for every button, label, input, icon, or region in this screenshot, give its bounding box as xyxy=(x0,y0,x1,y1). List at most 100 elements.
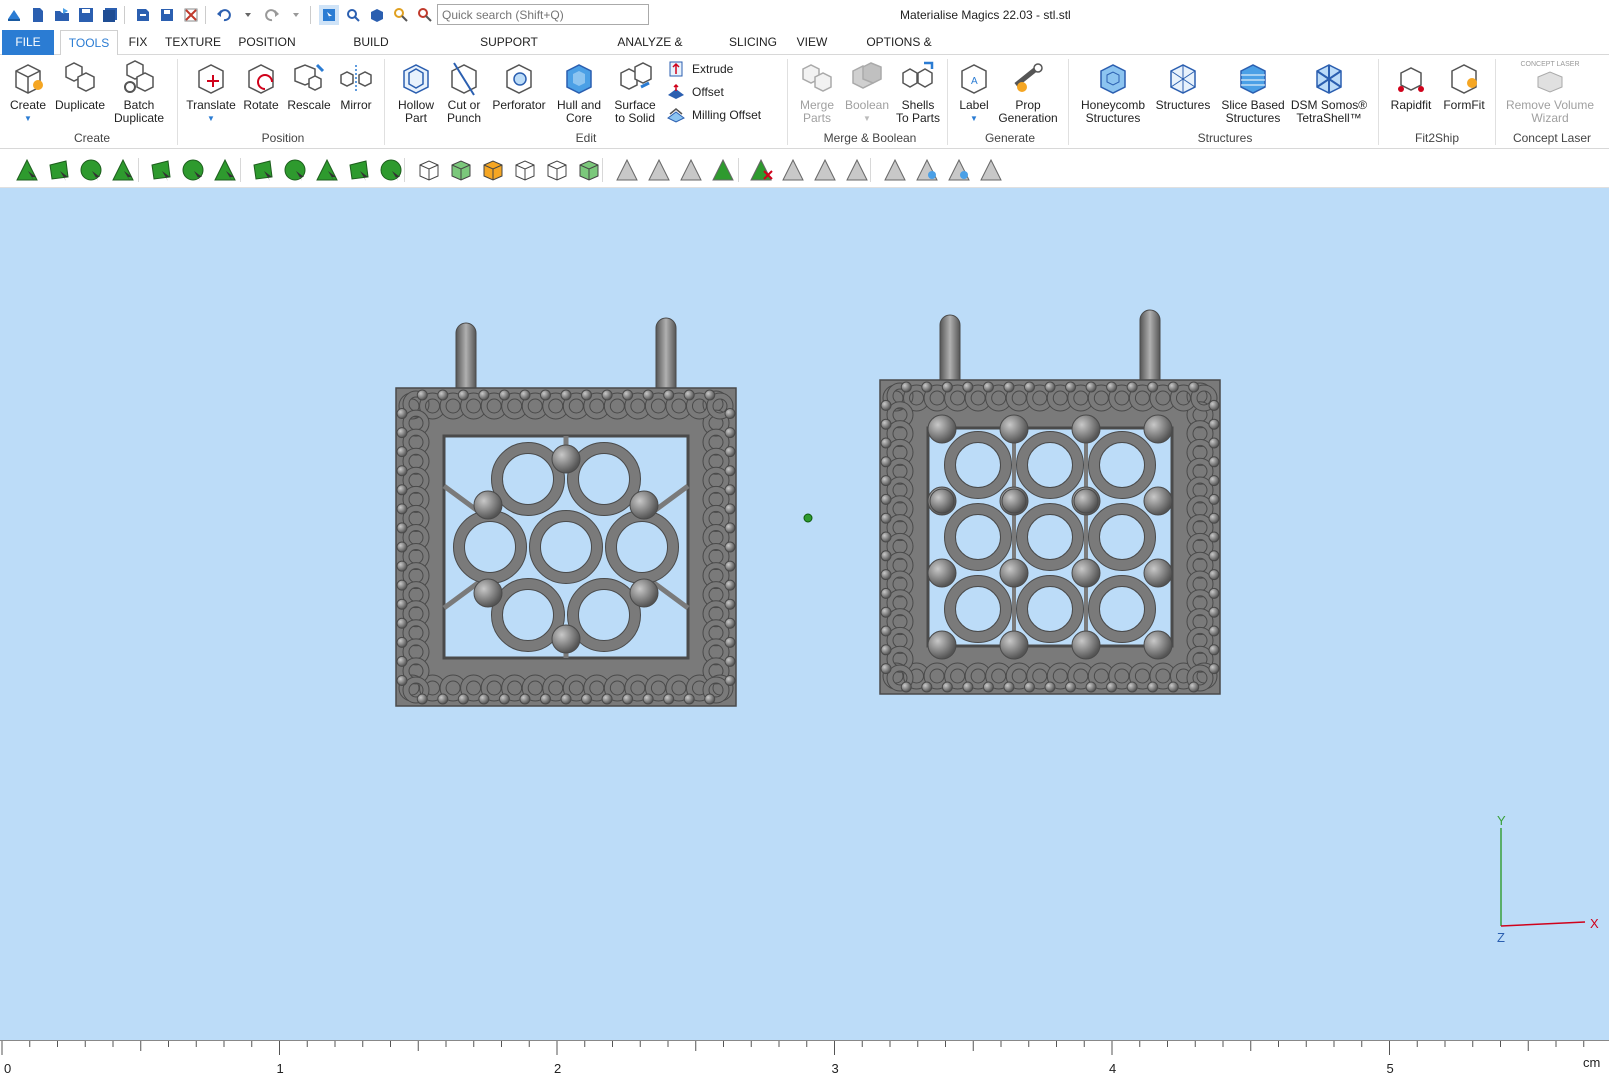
tab-fix[interactable]: FIX xyxy=(124,30,152,55)
new-file-icon[interactable] xyxy=(28,5,48,25)
group-separator xyxy=(947,59,948,145)
wave-mark-icon[interactable] xyxy=(914,157,940,183)
unload-part-icon[interactable] xyxy=(181,5,201,25)
part-pendant-left[interactable] xyxy=(395,317,737,707)
prop-generation-button[interactable]: Prop Generation xyxy=(996,59,1060,125)
surface-select-icon[interactable] xyxy=(710,157,736,183)
triangle-mark-icon[interactable] xyxy=(14,157,40,183)
save-part-icon[interactable] xyxy=(157,5,177,25)
ruler: 0 1 2 3 4 5 cm xyxy=(0,1040,1609,1080)
structures-button[interactable]: Structures xyxy=(1150,59,1216,112)
invert-mark-icon[interactable] xyxy=(780,157,806,183)
shrink-mark-icon[interactable] xyxy=(844,157,870,183)
extrude-icon xyxy=(669,61,683,77)
tab-tools[interactable]: TOOLS xyxy=(60,30,118,56)
batch-duplicate-button[interactable]: Batch Duplicate xyxy=(110,59,168,125)
save-all-icon[interactable] xyxy=(100,5,120,25)
zoom-icon[interactable] xyxy=(391,5,411,25)
hull-and-core-button[interactable]: Hull and Core xyxy=(552,59,606,125)
flower-mark-icon[interactable] xyxy=(314,157,340,183)
half-sphere-mark-icon[interactable] xyxy=(378,157,404,183)
extrude-button[interactable]: Extrude xyxy=(666,59,733,79)
cut-or-punch-button[interactable]: Cut or Punch xyxy=(442,59,486,125)
zoom-fit-icon[interactable] xyxy=(415,5,435,25)
shell-select-icon[interactable] xyxy=(448,157,474,183)
part-settings-icon[interactable] xyxy=(544,157,570,183)
select-mode-icon[interactable] xyxy=(319,5,339,25)
triangle-outline-icon[interactable] xyxy=(882,157,908,183)
ruler-label: 4 xyxy=(1109,1061,1116,1076)
edge-select-icon[interactable] xyxy=(646,157,672,183)
rapidfit-button[interactable]: Rapidfit xyxy=(1384,59,1438,112)
triangle-select-icon[interactable] xyxy=(614,157,640,183)
rotation-center-marker xyxy=(803,513,813,523)
redo-dropdown-icon[interactable] xyxy=(286,5,306,25)
slice-based-structures-button[interactable]: Slice Based Structures xyxy=(1218,59,1288,125)
undo-dropdown-icon[interactable] xyxy=(238,5,258,25)
boolean-button[interactable]: Boolean ▼ xyxy=(842,59,892,125)
duplicate-button[interactable]: Duplicate xyxy=(52,59,108,112)
tab-build-preparation[interactable]: BUILD PREPARATION xyxy=(313,30,429,74)
tab-options-help[interactable]: OPTIONS & HELP xyxy=(850,30,948,74)
concept-laser-logo-icon: CONCEPT LASER xyxy=(1520,59,1580,97)
curved-surface-mark-icon[interactable] xyxy=(78,157,104,183)
translate-label: Translate xyxy=(186,98,236,112)
perforator-button[interactable]: Perforator xyxy=(490,59,548,112)
cut-punch-icon xyxy=(451,62,477,96)
tab-slicing[interactable]: SLICING xyxy=(728,30,778,55)
curve-mark-icon[interactable] xyxy=(212,157,238,183)
tab-analyze-report[interactable]: ANALYZE & REPORT xyxy=(594,30,706,74)
circle-mark-icon[interactable] xyxy=(346,157,372,183)
import-part-icon[interactable] xyxy=(133,5,153,25)
shells-to-parts-label-2: To Parts xyxy=(895,111,940,125)
connect-select-icon[interactable] xyxy=(678,157,704,183)
expand-mark-icon[interactable] xyxy=(812,157,838,183)
dsm-somos-tetrashell-button[interactable]: DSM Somos® TetraShell™ xyxy=(1290,59,1368,125)
tab-view[interactable]: VIEW xyxy=(795,30,829,55)
tab-position[interactable]: POSITION xyxy=(236,30,298,55)
formfit-button[interactable]: FormFit xyxy=(1438,59,1490,112)
honeycomb-structures-button[interactable]: Honeycomb Structures xyxy=(1076,59,1150,125)
redo-icon[interactable] xyxy=(262,5,282,25)
surface-to-solid-button[interactable]: Surface to Solid xyxy=(608,59,662,125)
label-button[interactable]: A Label ▼ xyxy=(952,59,996,125)
view-box-icon[interactable] xyxy=(367,5,387,25)
app-logo-icon[interactable] xyxy=(4,5,24,25)
zoom-tool-icon[interactable] xyxy=(343,5,363,25)
undo-icon[interactable] xyxy=(214,5,234,25)
remove-volume-wizard-button[interactable]: CONCEPT LASER Remove Volume Wizard xyxy=(1502,59,1598,125)
quick-search-input[interactable] xyxy=(437,4,649,25)
milling-offset-button[interactable]: Milling Offset xyxy=(666,105,761,125)
tab-file[interactable]: FILE xyxy=(2,30,54,55)
mirror-button[interactable]: Mirror xyxy=(335,59,377,112)
surface-mark-icon[interactable] xyxy=(46,157,72,183)
surface-to-solid-label-2: to Solid xyxy=(614,111,656,125)
merge-parts-button[interactable]: Merge Parts xyxy=(792,59,842,125)
merge-parts-icon xyxy=(802,64,832,92)
translate-button[interactable]: Translate ▼ xyxy=(184,59,238,125)
part-pendant-right[interactable] xyxy=(879,309,1221,695)
part-mark-icon[interactable] xyxy=(416,157,442,183)
eye-mark-icon[interactable] xyxy=(946,157,972,183)
tab-support-generation[interactable]: SUPPORT GENERATION xyxy=(444,30,574,74)
unmark-part-icon[interactable] xyxy=(512,157,538,183)
box-mark-icon[interactable] xyxy=(250,157,276,183)
rescale-button[interactable]: Rescale xyxy=(286,59,332,112)
shell-mark-icon[interactable] xyxy=(110,157,136,183)
open-file-icon[interactable] xyxy=(52,5,72,25)
colored-part-icon[interactable] xyxy=(480,157,506,183)
3d-viewport[interactable]: Y X Z xyxy=(0,188,1609,1040)
brush-mark-icon[interactable] xyxy=(282,157,308,183)
tab-texture[interactable]: TEXTURE xyxy=(165,30,221,55)
offset-button[interactable]: Offset xyxy=(666,82,724,102)
rotate-button[interactable]: Rotate xyxy=(240,59,282,112)
create-button[interactable]: Create ▼ xyxy=(6,59,50,125)
extend-mark-icon[interactable] xyxy=(576,157,602,183)
shade-mark-icon[interactable] xyxy=(978,157,1004,183)
shells-to-parts-button[interactable]: Shells To Parts xyxy=(893,59,943,125)
sphere-mark-icon[interactable] xyxy=(180,157,206,183)
hollow-part-button[interactable]: Hollow Part xyxy=(392,59,440,125)
unmark-icon[interactable] xyxy=(748,157,774,183)
save-icon[interactable] xyxy=(76,5,96,25)
plane-mark-icon[interactable] xyxy=(148,157,174,183)
